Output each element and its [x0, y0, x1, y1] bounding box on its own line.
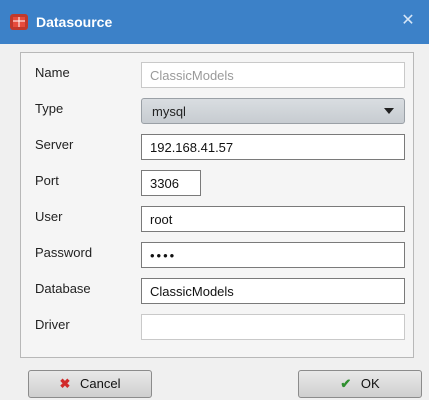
datasource-dialog: Datasource ✕ Name ClassicModels Type mys…: [0, 0, 429, 400]
check-icon: ✔: [340, 376, 352, 391]
user-field[interactable]: root: [141, 206, 405, 232]
type-label: Type: [35, 101, 64, 116]
name-field[interactable]: ClassicModels: [141, 62, 405, 88]
port-field[interactable]: 3306: [141, 170, 201, 196]
driver-label: Driver: [35, 317, 70, 332]
type-selected-value: mysql: [152, 104, 186, 119]
server-row: Server 192.168.41.57: [21, 131, 413, 167]
window-title: Datasource: [36, 14, 113, 30]
ok-label: OK: [360, 376, 380, 391]
password-row: Password ••••: [21, 239, 413, 275]
user-label: User: [35, 209, 63, 224]
datasource-form: Name ClassicModels Type mysql Server 192…: [20, 52, 414, 358]
driver-row: Driver: [21, 311, 413, 347]
ok-button[interactable]: ✔ OK: [298, 370, 422, 398]
database-label: Database: [35, 281, 91, 296]
cancel-label: Cancel: [80, 376, 121, 391]
server-field[interactable]: 192.168.41.57: [141, 134, 405, 160]
port-row: Port 3306: [21, 167, 413, 203]
name-label: Name: [35, 65, 70, 80]
password-label: Password: [35, 245, 93, 260]
user-row: User root: [21, 203, 413, 239]
cancel-button[interactable]: ✖ Cancel: [28, 370, 152, 398]
close-icon[interactable]: ✕: [399, 12, 417, 30]
driver-field[interactable]: [141, 314, 405, 340]
database-icon: [10, 14, 28, 30]
title-bar: Datasource ✕: [0, 0, 429, 44]
server-label: Server: [35, 137, 74, 152]
type-select[interactable]: mysql: [141, 98, 405, 124]
name-row: Name ClassicModels: [21, 59, 413, 95]
port-label: Port: [35, 173, 59, 188]
database-row: Database ClassicModels: [21, 275, 413, 311]
cancel-x-icon: ✖: [59, 376, 71, 391]
chevron-down-icon: [384, 108, 394, 114]
database-field[interactable]: ClassicModels: [141, 278, 405, 304]
password-field[interactable]: ••••: [141, 242, 405, 268]
type-row: Type mysql: [21, 95, 413, 131]
